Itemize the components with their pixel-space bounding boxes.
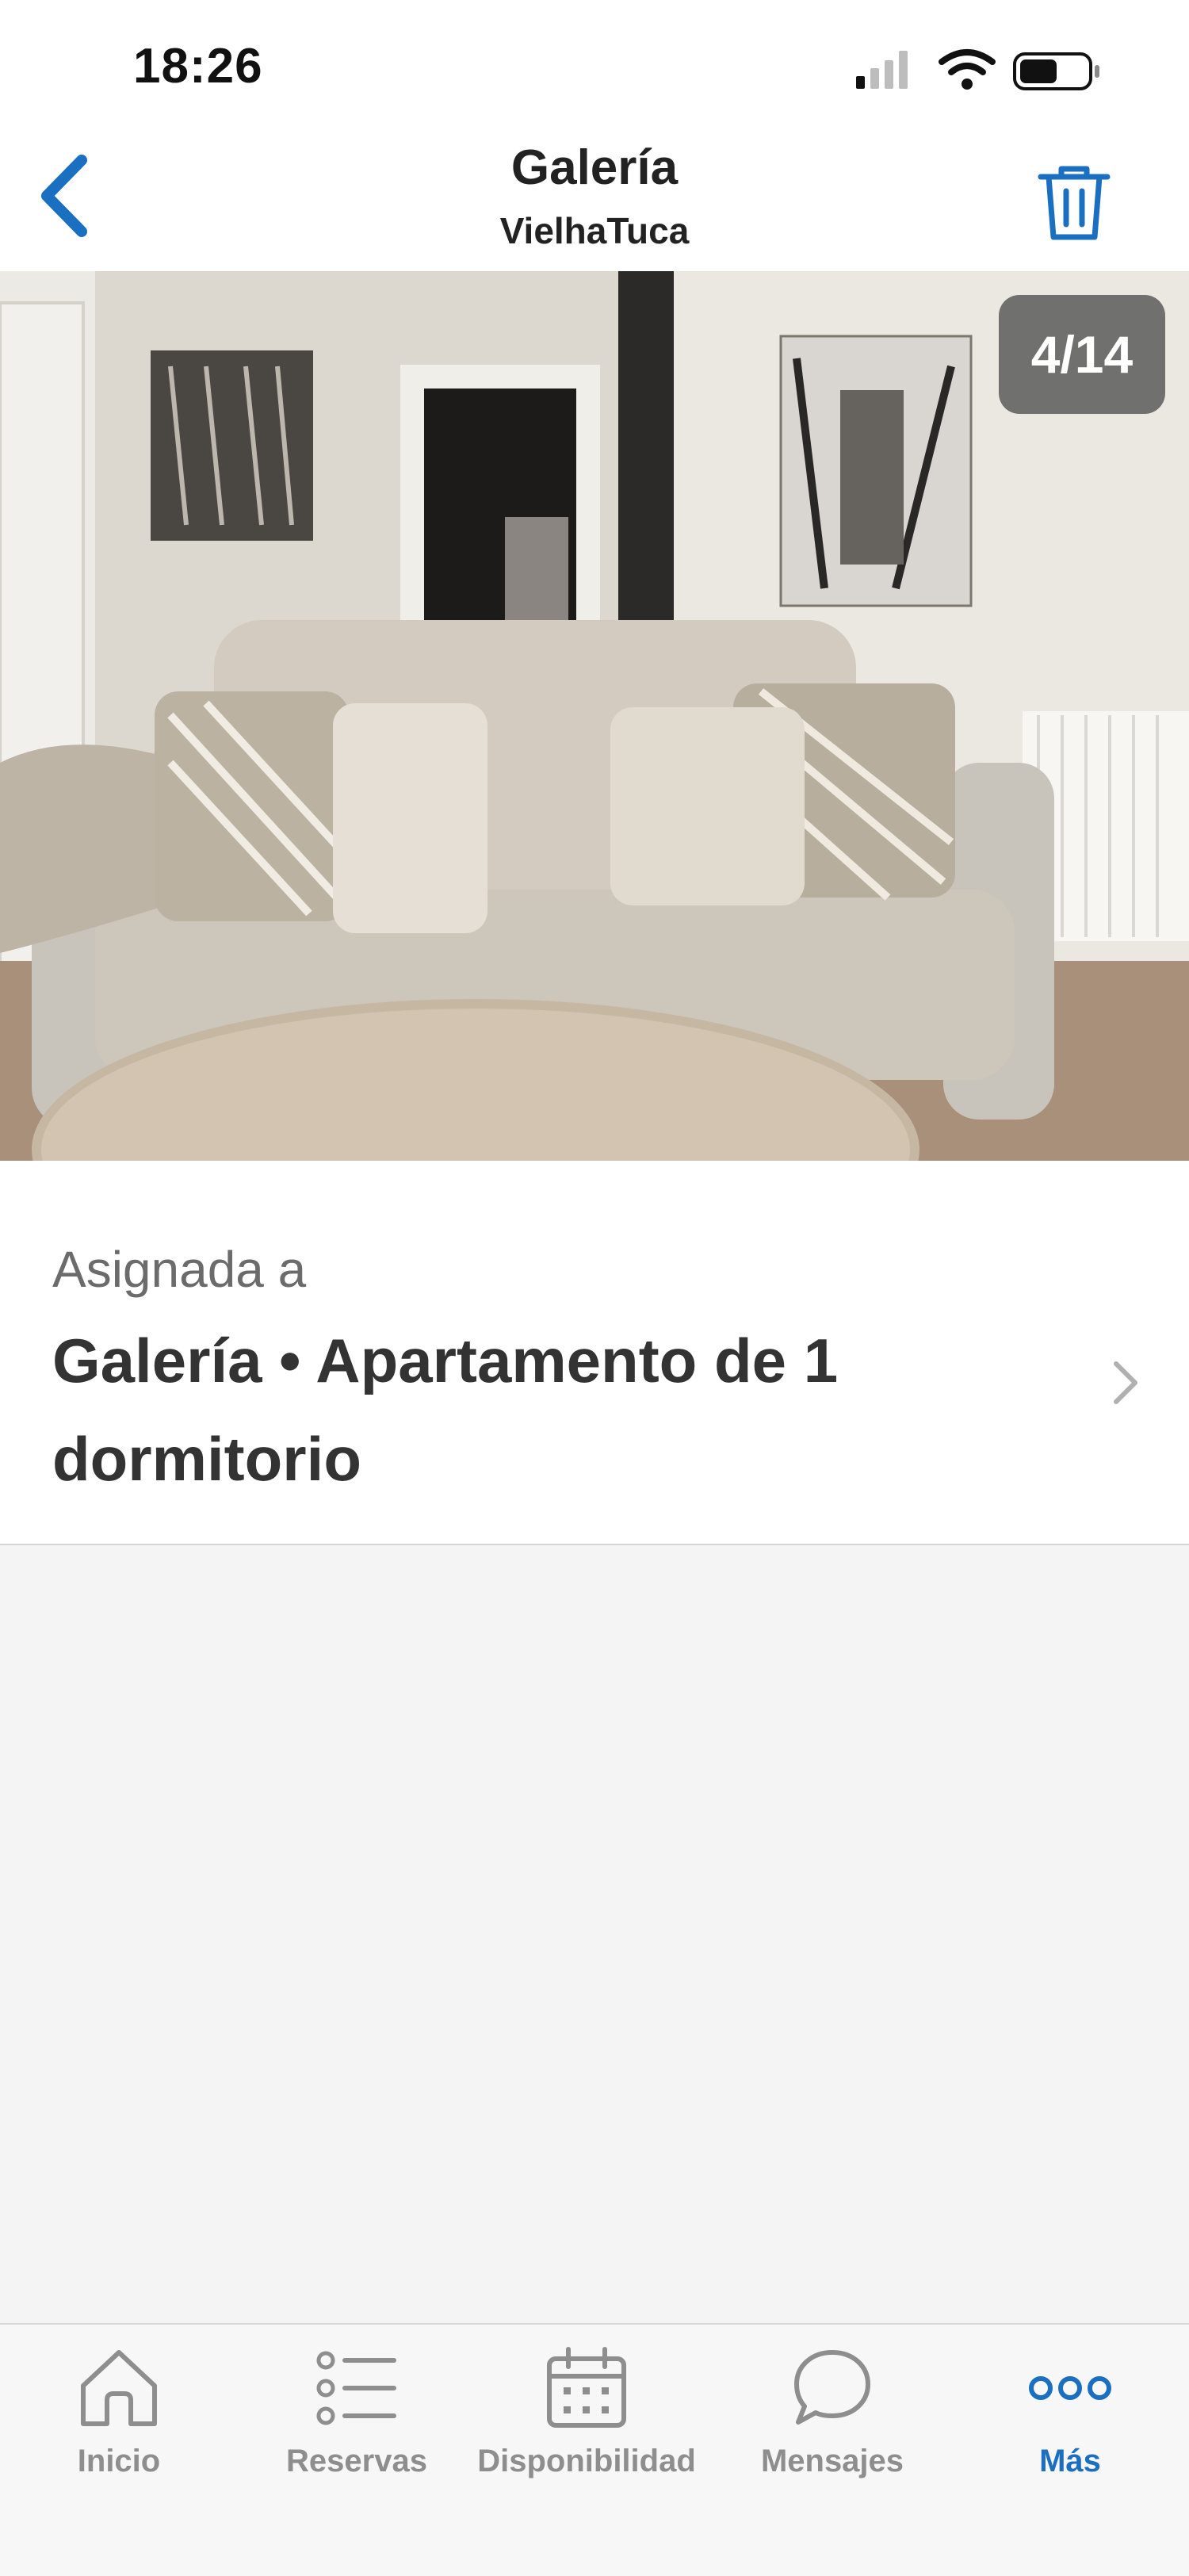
status-bar: 18:26 — [0, 0, 1189, 135]
signal-icon — [856, 51, 908, 89]
tab-label: Disponibilidad — [477, 2444, 696, 2478]
nav-bar: Galería VielhaTuca — [0, 135, 1189, 271]
trash-icon — [1038, 166, 1111, 240]
delete-button[interactable] — [1030, 159, 1118, 246]
tab-label: Más — [1039, 2444, 1101, 2478]
tab-label: Inicio — [77, 2444, 161, 2478]
tab-disponibilidad[interactable]: Disponibilidad — [476, 2325, 698, 2515]
tab-mas[interactable]: Más — [975, 2325, 1165, 2515]
status-time: 18:26 — [133, 39, 263, 94]
photo-counter: 4/14 — [999, 295, 1165, 414]
page-title: Galería — [510, 140, 679, 195]
tab-label: Reservas — [286, 2444, 427, 2478]
page-subtitle: VielhaTuca — [499, 210, 690, 251]
chevron-right-icon — [1110, 1359, 1141, 1410]
tab-mensajes[interactable]: Mensajes — [737, 2325, 927, 2515]
calendar-icon — [543, 2344, 630, 2432]
assigned-row[interactable]: Asignada a Galería • Apartamento de 1 do… — [0, 1161, 1189, 1545]
status-icons — [856, 46, 1110, 94]
wifi-icon — [939, 49, 996, 90]
home-icon — [75, 2344, 162, 2432]
assigned-label: Asignada a — [52, 1241, 307, 1298]
tab-label: Mensajes — [760, 2444, 904, 2478]
battery-icon — [1013, 52, 1099, 90]
tab-inicio[interactable]: Inicio — [24, 2325, 214, 2515]
more-dots-icon — [1027, 2344, 1114, 2432]
assigned-value: Galería • Apartamento de 1 dormitorio — [52, 1326, 839, 1494]
list-icon — [313, 2344, 400, 2432]
chat-bubble-icon — [789, 2344, 876, 2432]
tab-reservas[interactable]: Reservas — [262, 2325, 452, 2515]
tab-bar: Inicio Reservas Disponibilidad Mensajes … — [0, 2323, 1189, 2576]
